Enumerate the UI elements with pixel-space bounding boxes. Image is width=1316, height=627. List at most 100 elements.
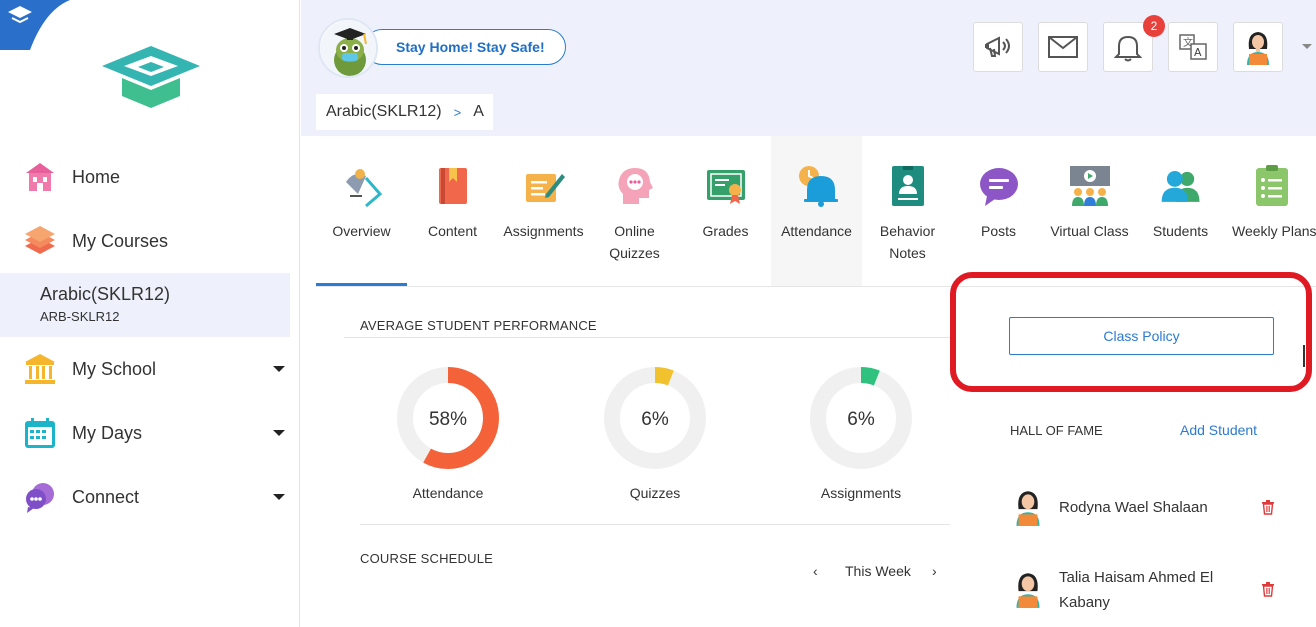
prev-week-button[interactable]: ‹ xyxy=(813,563,818,579)
tab-label: Attendance xyxy=(781,223,852,239)
divider xyxy=(360,524,950,525)
add-student-link[interactable]: Add Student xyxy=(1180,422,1257,438)
tab-behavior-notes[interactable]: Behavior Notes xyxy=(862,136,953,286)
mail-icon xyxy=(1048,36,1078,58)
tab-online-quizzes[interactable]: Online Quizzes xyxy=(589,136,680,286)
course-code: ARB-SKLR12 xyxy=(40,309,120,324)
school-icon xyxy=(22,351,58,387)
chevron-down-icon[interactable] xyxy=(273,494,285,500)
tab-label: Virtual Class xyxy=(1050,223,1129,239)
sidebar-item-my-days[interactable]: My Days xyxy=(0,403,300,463)
corner-logo-icon xyxy=(0,0,70,50)
chat-bubble-icon xyxy=(977,164,1021,208)
tab-label: Online Quizzes xyxy=(609,223,660,261)
student-name-line: Kabany xyxy=(1059,594,1110,611)
breadcrumb-separator: > xyxy=(453,104,462,120)
svg-text:A: A xyxy=(1194,46,1202,59)
chevron-down-icon[interactable] xyxy=(273,430,285,436)
breadcrumb-section[interactable]: A xyxy=(473,103,484,121)
sidebar: Home My Courses Arabic(SKLR12) ARB-SKLR1… xyxy=(0,0,300,627)
tab-overview[interactable]: Overview xyxy=(316,136,407,286)
tab-assignments[interactable]: Assignments xyxy=(498,136,589,286)
sidebar-item-home[interactable]: Home xyxy=(0,147,300,207)
sidebar-item-connect[interactable]: Connect xyxy=(0,467,300,527)
chevron-down-icon[interactable] xyxy=(273,366,285,372)
attendance-bell-icon xyxy=(795,164,839,208)
student-name-line: Talia Haisam Ahmed El xyxy=(1059,569,1214,586)
tab-label: Assignments xyxy=(503,223,584,239)
tab-label: Overview xyxy=(332,223,391,239)
tab-label: Posts xyxy=(980,223,1016,239)
course-name: Arabic(SKLR12) xyxy=(40,284,171,304)
virtual-class-icon xyxy=(1068,164,1112,208)
app-logo xyxy=(102,46,200,108)
book-icon xyxy=(431,164,475,208)
tab-content[interactable]: Content xyxy=(407,136,498,286)
behavior-badge-icon xyxy=(886,164,930,208)
checklist-icon xyxy=(1250,164,1294,208)
home-icon xyxy=(22,159,58,195)
sidebar-item-label: Connect xyxy=(72,486,140,507)
metric-label-assignments: Assignments xyxy=(820,485,902,501)
connect-icon xyxy=(22,479,58,515)
calendar-icon xyxy=(22,415,58,451)
performance-donuts: 58% 6% 6% xyxy=(397,367,912,469)
student-name[interactable]: Talia Haisam Ahmed El Kabany xyxy=(1059,565,1213,615)
tab-weekly-plans[interactable]: Weekly Plans xyxy=(1226,136,1316,286)
donut-value-assignments: 6% xyxy=(847,409,875,430)
tab-label: Weekly Plans xyxy=(1232,223,1316,239)
hall-of-fame-title: HALL OF FAME xyxy=(1010,423,1103,438)
assignment-icon xyxy=(522,164,566,208)
notification-count-badge: 2 xyxy=(1143,15,1165,37)
tab-posts[interactable]: Posts xyxy=(953,136,1044,286)
donut-value-attendance: 58% xyxy=(429,409,467,430)
students-icon xyxy=(1159,164,1203,208)
tab-label: Behavior Notes xyxy=(879,223,936,261)
next-week-button[interactable]: › xyxy=(932,563,937,579)
schedule-title: COURSE SCHEDULE xyxy=(360,551,494,566)
bell-icon xyxy=(1114,35,1142,62)
student-avatar xyxy=(1016,573,1040,608)
sidebar-item-my-courses[interactable]: My Courses xyxy=(0,211,300,271)
week-label: This Week xyxy=(845,563,911,579)
chevron-down-icon[interactable] xyxy=(1302,44,1312,49)
mascot-avatar xyxy=(318,18,378,78)
breadcrumb: Arabic(SKLR12) > A xyxy=(316,94,493,130)
announcement-button[interactable] xyxy=(973,22,1023,72)
tab-label: Students xyxy=(1152,223,1209,239)
stay-safe-banner[interactable]: Stay Home! Stay Safe! xyxy=(364,29,566,65)
student-name[interactable]: Rodyna Wael Shalaan xyxy=(1059,495,1208,520)
metric-label-quizzes: Quizzes xyxy=(629,485,681,501)
tab-label: Content xyxy=(427,223,478,239)
course-tabs: Overview Content Assignments Online Quiz… xyxy=(316,136,1316,287)
breadcrumb-course[interactable]: Arabic(SKLR12) xyxy=(326,103,442,121)
overview-icon xyxy=(340,164,384,208)
tab-label: Grades xyxy=(702,223,749,239)
translate-icon: 文 A xyxy=(1179,34,1207,60)
profile-avatar xyxy=(1247,32,1269,65)
divider xyxy=(344,337,950,338)
quiz-icon xyxy=(613,164,657,208)
sidebar-item-my-school[interactable]: My School xyxy=(0,339,300,399)
trash-icon[interactable] xyxy=(1260,499,1276,515)
profile-button[interactable] xyxy=(1233,22,1283,72)
donut-value-quizzes: 6% xyxy=(641,409,669,430)
sidebar-item-label: My School xyxy=(72,358,157,379)
performance-title: AVERAGE STUDENT PERFORMANCE xyxy=(360,318,597,333)
tab-grades[interactable]: Grades xyxy=(680,136,771,286)
highlight-annotation xyxy=(950,272,1312,392)
language-button[interactable]: 文 A xyxy=(1168,22,1218,72)
scrollbar-marker xyxy=(1303,345,1305,367)
tab-students[interactable]: Students xyxy=(1135,136,1226,286)
sidebar-item-label: My Days xyxy=(72,422,143,443)
mail-button[interactable] xyxy=(1038,22,1088,72)
tab-attendance[interactable]: Attendance xyxy=(771,136,862,286)
sidebar-item-active-course[interactable]: Arabic(SKLR12) ARB-SKLR12 xyxy=(0,273,290,337)
certificate-icon xyxy=(704,164,748,208)
sidebar-item-label: My Courses xyxy=(72,230,169,251)
megaphone-icon xyxy=(985,36,1010,57)
sidebar-item-label: Home xyxy=(72,166,121,187)
student-avatar xyxy=(1016,491,1040,526)
trash-icon[interactable] xyxy=(1260,581,1276,597)
tab-virtual-class[interactable]: Virtual Class xyxy=(1044,136,1135,286)
